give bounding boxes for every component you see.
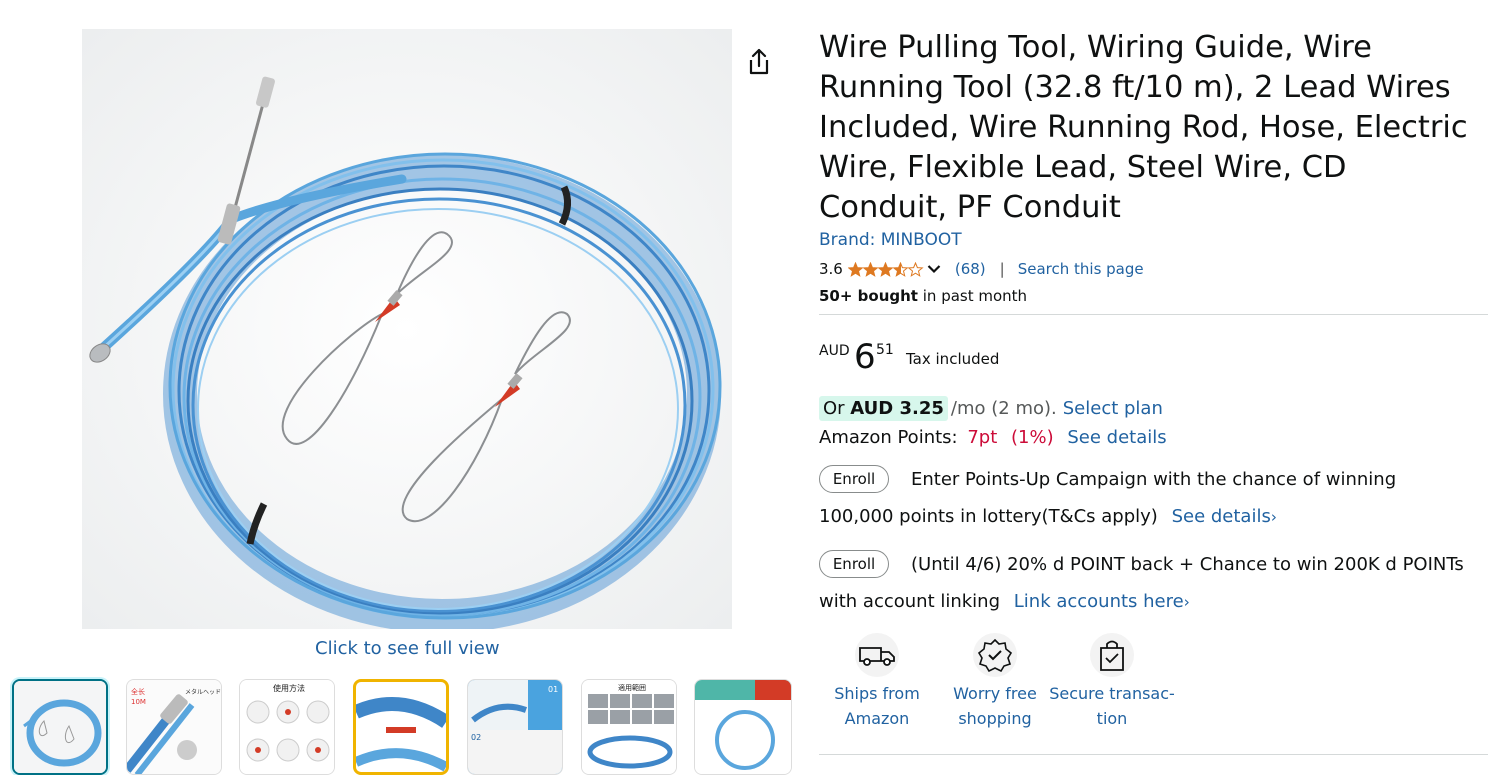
feature-label-line1: Worry free (953, 684, 1037, 703)
full-view-link[interactable]: Click to see full view (315, 638, 500, 659)
thumb-badge: 02 (471, 733, 481, 742)
promo-campaign: Enter Points-Up Campaign with the chance… (819, 461, 1469, 536)
promo-dpoint: (Until 4/6) 20% d POINT back + Chance to… (819, 546, 1469, 621)
share-icon[interactable] (746, 47, 772, 77)
rating-value: 3.6 (819, 260, 843, 278)
feature-label-line1: Ships from (834, 684, 920, 703)
secure-bag-icon (1090, 633, 1134, 677)
promo-link-label: Link accounts here (1013, 591, 1184, 612)
bought-count: 50+ bought in past month (819, 287, 1027, 305)
promo-text: Enter Points-Up Campaign with the chance… (819, 469, 1397, 527)
price-fraction: 51 (876, 342, 894, 358)
wire-coil-illustration (82, 29, 732, 629)
amazon-points: Amazon Points: 7pt (1%) See details (819, 427, 1167, 448)
thumbnail-6[interactable]: 適用範囲 (581, 679, 677, 775)
promo-link-label: See details (1171, 506, 1271, 527)
price-whole: 6 (854, 337, 876, 377)
feature-worry-free[interactable]: Worry free shopping (930, 633, 1060, 731)
verified-badge-icon (973, 633, 1017, 677)
product-title: Wire Pulling Tool, Wiring Guide, Wire Ru… (819, 30, 1468, 225)
brand-link[interactable]: Brand: MINBOOT (819, 230, 962, 250)
points-details-link[interactable]: See details (1067, 427, 1166, 448)
feature-label-line2: Amazon (844, 709, 910, 728)
rating-count-link[interactable]: (68) (955, 260, 986, 278)
select-plan-link[interactable]: Select plan (1063, 398, 1163, 419)
thumbnail-5[interactable]: 01 02 (467, 679, 563, 775)
chevron-down-icon[interactable] (927, 264, 941, 274)
thumbnail-3[interactable]: 使用方法 (239, 679, 335, 775)
main-product-image[interactable] (82, 29, 732, 629)
search-page-link[interactable]: Search this page (1018, 260, 1144, 278)
delivery-van-icon (855, 633, 899, 677)
rating-stars-icon[interactable] (847, 261, 924, 277)
thumbnail-1[interactable] (12, 679, 108, 775)
price-currency: AUD (819, 343, 850, 359)
installment-plan: Or AUD 3.25 /mo (2 mo). Select plan (819, 396, 1163, 421)
plan-suffix: /mo (2 mo). (950, 398, 1057, 419)
plan-amount: AUD 3.25 (850, 398, 944, 419)
thumbnail-4[interactable] (353, 679, 449, 775)
installment-badge: Or AUD 3.25 (819, 396, 948, 421)
thumbnail-7[interactable] (694, 679, 792, 775)
promo-details-link[interactable]: See details› (1172, 506, 1277, 527)
feature-ships-from-amazon[interactable]: Ships from Amazon (812, 633, 942, 731)
thumbnail-2[interactable]: 全长 10M メタルヘッド (126, 679, 222, 775)
thumb-text: 適用範囲 (618, 683, 646, 692)
chevron-right-icon: › (1183, 593, 1190, 611)
feature-label-line2: tion (1096, 709, 1128, 728)
thumb-text: 全长 (131, 687, 145, 696)
feature-label-line1: Secure transac- (1049, 684, 1175, 703)
plan-prefix: Or (823, 398, 851, 419)
tax-note: Tax included (906, 350, 1000, 368)
thumb-text: 10M (131, 698, 146, 706)
link-accounts-link[interactable]: Link accounts here› (1014, 591, 1190, 612)
divider (819, 754, 1488, 755)
points-label: Amazon Points: (819, 427, 958, 448)
points-percent: (1%) (1011, 427, 1054, 448)
bought-count-bold: 50+ bought (819, 287, 918, 305)
feature-secure-transaction[interactable]: Secure transac- tion (1047, 633, 1177, 731)
chevron-right-icon: › (1270, 508, 1277, 526)
bought-count-rest: in past month (917, 287, 1028, 305)
rating-separator: | (999, 260, 1005, 278)
feature-label-line2: shopping (958, 709, 1032, 728)
divider (819, 314, 1488, 315)
points-value: 7pt (967, 427, 998, 448)
rating-row: 3.6 (68) | Search this page (819, 259, 1144, 279)
thumb-text: 使用方法 (273, 683, 305, 693)
thumb-text: メタルヘッド (185, 688, 221, 696)
thumb-badge: 01 (548, 685, 558, 694)
